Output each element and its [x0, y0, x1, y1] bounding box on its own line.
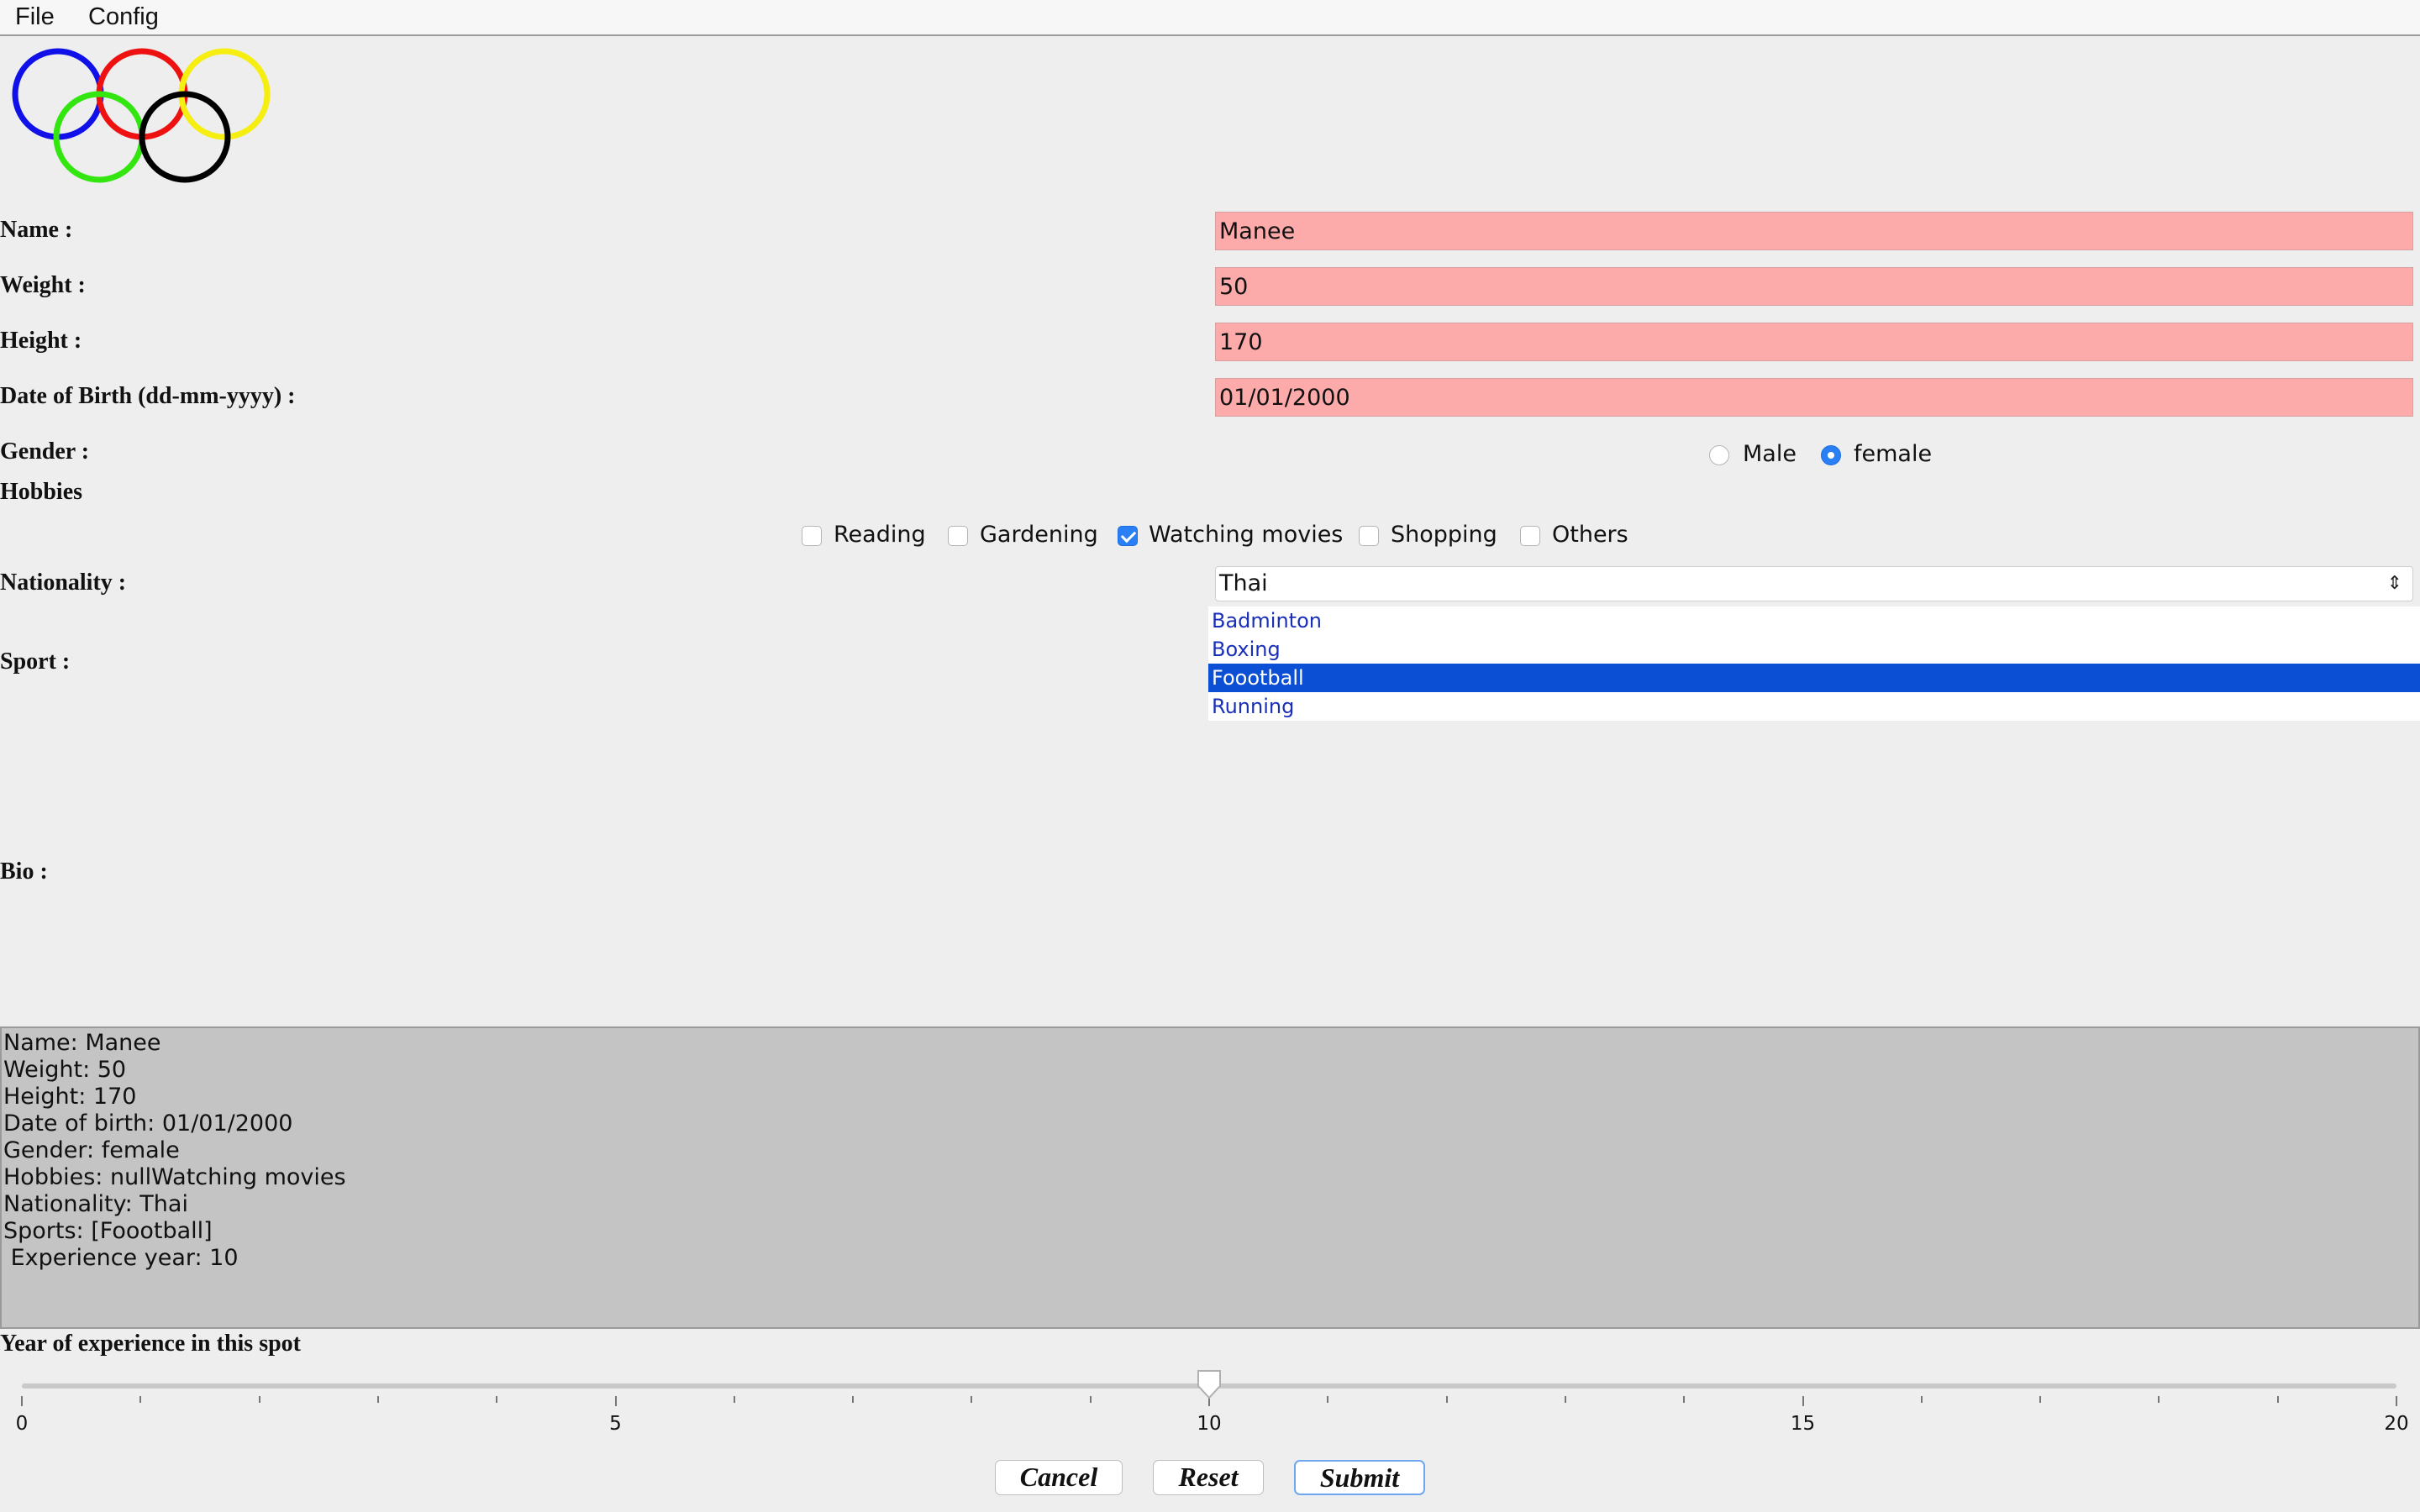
hobby-checkbox-others[interactable] [1520, 526, 1540, 546]
hobby-others-label: Others [1552, 522, 1628, 548]
hobby-checkbox-watching-movies[interactable] [1118, 526, 1138, 546]
slider-tick [1327, 1396, 1329, 1403]
hobby-checkbox-reading[interactable] [802, 526, 822, 546]
slider-tick-label: 10 [1197, 1413, 1222, 1435]
dob-field[interactable]: 01/01/2000 [1215, 378, 2413, 417]
slider-tick [1089, 1396, 1092, 1403]
summary-line: Name: Manee [3, 1030, 161, 1056]
slider-tick [733, 1396, 735, 1403]
slider-tick [376, 1396, 379, 1403]
slider-tick [614, 1396, 617, 1406]
height-label: Height : [0, 328, 82, 354]
nationality-selected-value: Thai [1219, 570, 1268, 596]
height-field[interactable]: 170 [1215, 323, 2413, 361]
chevron-up-down-icon: ⇕ [2386, 573, 2402, 594]
summary-text-area[interactable]: Name: Manee Weight: 50 Height: 170 Date … [0, 1026, 2420, 1329]
summary-line: Gender: female [3, 1137, 180, 1163]
nationality-label: Nationality : [0, 570, 127, 596]
hobby-reading-label: Reading [834, 522, 926, 548]
summary-line: Height: 170 [3, 1084, 137, 1110]
slider-tick [1445, 1396, 1448, 1403]
summary-line: Experience year: 10 [3, 1245, 239, 1271]
sport-item-boxing[interactable]: Boxing [1208, 635, 2420, 664]
weight-field[interactable]: 50 [1215, 267, 2413, 306]
slider-tick [2276, 1396, 2279, 1403]
hobby-watching-movies-label: Watching movies [1149, 522, 1344, 548]
experience-slider-thumb[interactable] [1197, 1369, 1222, 1399]
weight-label: Weight : [0, 272, 86, 298]
slider-tick-label: 0 [15, 1413, 29, 1435]
hobby-shopping-label: Shopping [1391, 522, 1497, 548]
summary-line: Nationality: Thai [3, 1191, 188, 1217]
summary-line: Hobbies: nullWatching movies [3, 1164, 346, 1190]
slider-tick [496, 1396, 498, 1403]
bio-label: Bio : [0, 858, 48, 885]
slider-tick [21, 1396, 23, 1406]
olympic-rings-logo [12, 48, 271, 183]
slider-tick [1564, 1396, 1566, 1403]
menu-bar: File Config [0, 0, 2420, 36]
slider-tick [1920, 1396, 1923, 1403]
summary-line: Sports: [Foootball] [3, 1218, 213, 1244]
sport-list[interactable]: Badminton Boxing Foootball Running [1208, 606, 2420, 721]
name-label: Name : [0, 217, 73, 243]
slider-tick [852, 1396, 855, 1403]
gender-option-female-label: female [1854, 441, 1933, 467]
experience-label: Year of experience in this spot [0, 1331, 301, 1357]
menu-config[interactable]: Config [88, 3, 159, 31]
nationality-select[interactable]: Thai ⇕ [1215, 566, 2413, 601]
gender-radio-male[interactable] [1709, 445, 1729, 465]
slider-tick [2158, 1396, 2160, 1403]
name-field[interactable]: Manee [1215, 212, 2413, 250]
sport-item-football[interactable]: Foootball [1208, 664, 2420, 692]
slider-tick-label: 5 [609, 1413, 622, 1435]
slider-tick [258, 1396, 260, 1403]
gender-label: Gender : [0, 438, 90, 465]
summary-line: Date of birth: 01/01/2000 [3, 1110, 293, 1137]
menu-file[interactable]: File [15, 3, 55, 31]
reset-button[interactable]: Reset [1153, 1460, 1264, 1495]
slider-tick [971, 1396, 973, 1403]
slider-tick [1683, 1396, 1686, 1403]
gender-option-male-label: Male [1743, 441, 1797, 467]
slider-tick [2396, 1396, 2397, 1406]
hobbies-label: Hobbies [0, 479, 83, 505]
cancel-button[interactable]: Cancel [995, 1460, 1123, 1495]
sport-item-running[interactable]: Running [1208, 692, 2420, 721]
dob-label: Date of Birth (dd-mm-yyyy) : [0, 383, 296, 409]
slider-tick-label: 15 [1790, 1413, 1816, 1435]
slider-tick-label: 20 [2384, 1413, 2409, 1435]
hobby-gardening-label: Gardening [980, 522, 1098, 548]
sport-label: Sport : [0, 648, 71, 675]
hobby-checkbox-gardening[interactable] [948, 526, 968, 546]
hobby-checkbox-shopping[interactable] [1359, 526, 1379, 546]
slider-tick [2039, 1396, 2042, 1403]
submit-button[interactable]: Submit [1294, 1460, 1425, 1495]
gender-radio-female[interactable] [1821, 445, 1841, 465]
summary-line: Weight: 50 [3, 1057, 127, 1083]
sport-item-badminton[interactable]: Badminton [1208, 606, 2420, 635]
slider-tick [1802, 1396, 1804, 1406]
slider-tick [139, 1396, 142, 1403]
